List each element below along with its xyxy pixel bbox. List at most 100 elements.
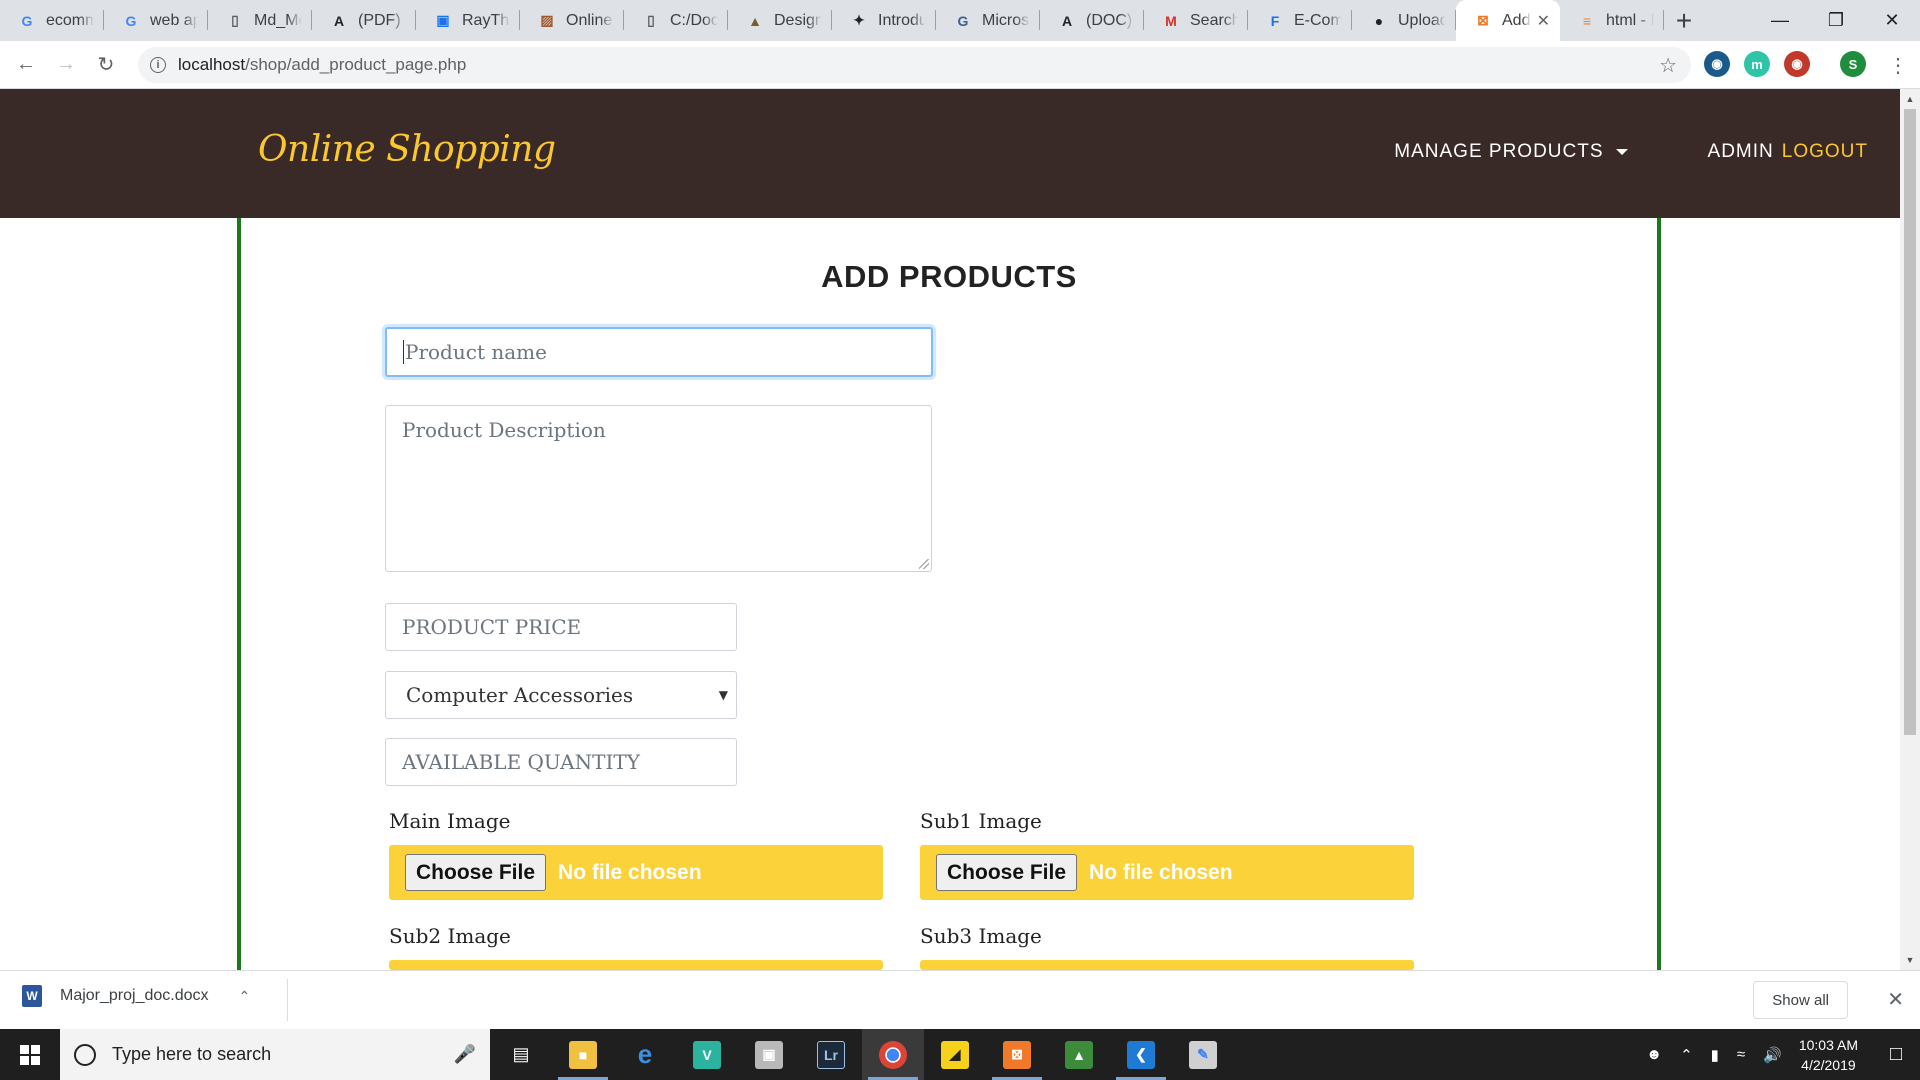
task-view-icon[interactable]: ▤ <box>490 1029 552 1080</box>
choose-file-button[interactable]: Choose File <box>405 854 547 891</box>
chevron-up-icon[interactable]: ⌃ <box>239 988 251 1005</box>
caret-down-icon <box>1615 149 1628 155</box>
tab-title: ecomm <box>46 11 94 29</box>
tab-list: GecommGweb ap▯Md_MeA(PDF) Th▣RayThe▨Onli… <box>0 0 1664 41</box>
browser-tab[interactable]: ▣ RayThe <box>416 0 520 41</box>
sub2-image-file-input[interactable] <box>389 960 883 970</box>
page-title: ADD PRODUCTS <box>821 259 1077 294</box>
choose-file-button[interactable]: Choose File <box>936 854 1078 891</box>
product-description-textarea[interactable]: Product Description <box>385 405 932 572</box>
document-icon: ▯ <box>647 12 655 28</box>
browser-tab[interactable]: ≡ html - N <box>1560 0 1664 41</box>
extension-icon-3[interactable]: ◉ <box>1784 51 1810 77</box>
brand-logo[interactable]: Online Shopping <box>258 129 556 170</box>
scroll-down-icon[interactable]: ▼ <box>1900 952 1920 968</box>
microsoft-icon: G <box>957 12 969 29</box>
edge-icon[interactable]: e <box>614 1029 676 1080</box>
product-description-placeholder: Product Description <box>402 418 606 442</box>
microphone-icon[interactable]: 🎤 <box>454 1044 476 1065</box>
browser-tab[interactable]: Gecomm <box>0 0 104 41</box>
maximize-icon[interactable]: ❐ <box>1808 0 1864 41</box>
browser-tab[interactable]: A (DOC) C <box>1040 0 1144 41</box>
bee-icon: ✦ <box>853 12 865 28</box>
close-download-bar-icon[interactable]: ✕ <box>1887 987 1904 1012</box>
scrollbar-thumb[interactable] <box>1904 109 1916 735</box>
tab-title: RayThe <box>462 11 510 29</box>
extension-icon-1[interactable]: ◉ <box>1704 51 1730 77</box>
vscode-icon[interactable]: ❮ <box>1110 1029 1172 1080</box>
browser-tab[interactable]: ▯ Md_Me <box>208 0 312 41</box>
download-item[interactable]: W Major_proj_doc.docx ⌃ <box>22 985 250 1007</box>
reload-icon[interactable]: ↻ <box>88 47 124 83</box>
close-window-icon[interactable]: ✕ <box>1864 0 1920 41</box>
raytheon-icon: ▣ <box>436 12 450 28</box>
info-icon[interactable]: i <box>150 57 166 73</box>
app-icon-green[interactable]: V <box>676 1029 738 1080</box>
scroll-up-icon[interactable]: ▲ <box>1900 91 1920 107</box>
sub1-image-file-input[interactable]: Choose File No file chosen <box>920 845 1414 900</box>
menu-dots-icon[interactable]: ⋮ <box>1888 53 1908 78</box>
chevron-up-icon[interactable]: ⌃ <box>1680 1046 1693 1064</box>
package-icon[interactable]: ▣ <box>738 1029 800 1080</box>
page-scrollbar[interactable]: ▲ ▼ <box>1900 89 1920 970</box>
available-quantity-placeholder: AVAILABLE QUANTITY <box>402 750 640 774</box>
browser-tab[interactable]: ● Upload <box>1352 0 1456 41</box>
tab-title: Add <box>1502 11 1531 29</box>
browser-tab[interactable]: Gweb ap <box>104 0 208 41</box>
profile-avatar[interactable]: S <box>1840 51 1866 77</box>
back-icon[interactable]: ← <box>8 47 44 83</box>
close-tab-icon[interactable]: ✕ <box>1537 11 1550 31</box>
academia-icon: A <box>1061 12 1073 29</box>
browser-tab[interactable]: M Search <box>1144 0 1248 41</box>
windows-taskbar: Type here to search 🎤 ▤ ■ e V ▣ Lr ◢ ⊠ ▲… <box>0 1029 1920 1080</box>
browser-tab[interactable]: F E-Comr <box>1248 0 1352 41</box>
sub3-image-file-input[interactable] <box>920 960 1414 970</box>
sticky-notes-icon[interactable]: ◢ <box>924 1029 986 1080</box>
design-icon: ▲ <box>748 12 762 29</box>
download-filename: Major_proj_doc.docx <box>60 987 209 1004</box>
main-image-label: Main Image <box>389 809 511 833</box>
browser-tab[interactable]: ▯ C:/Docu <box>624 0 728 41</box>
no-file-text: No file chosen <box>1089 860 1233 884</box>
category-select[interactable]: Computer Accessories ▼ <box>385 671 737 719</box>
people-icon[interactable]: ☻ <box>1646 1046 1662 1063</box>
main-image-file-input[interactable]: Choose File No file chosen <box>389 845 883 900</box>
browser-tab[interactable]: ⊠ Add ✕ <box>1456 0 1560 41</box>
extension-icon-2[interactable]: m <box>1744 51 1770 77</box>
new-tab-button[interactable]: + <box>1664 0 1704 41</box>
github-icon: ● <box>1374 12 1384 29</box>
paint-icon[interactable]: ✎ <box>1172 1029 1234 1080</box>
windows-logo-icon <box>20 1044 40 1065</box>
browser-tab[interactable]: ✦ Introdu <box>832 0 936 41</box>
browser-tab[interactable]: ▲ Design <box>728 0 832 41</box>
resize-grip-icon[interactable] <box>919 559 929 569</box>
forward-icon[interactable]: → <box>48 47 84 83</box>
word-file-icon: W <box>22 985 42 1007</box>
product-price-input[interactable]: PRODUCT PRICE <box>385 603 737 651</box>
product-name-input[interactable]: Product name <box>385 327 933 377</box>
clock[interactable]: 10:03 AM 4/2/2019 <box>1799 1035 1858 1075</box>
address-bar[interactable]: i localhost/shop/add_product_page.php ☆ <box>138 47 1691 83</box>
file-explorer-icon[interactable]: ■ <box>552 1029 614 1080</box>
browser-tab[interactable]: ▨ Online S <box>520 0 624 41</box>
logout-link[interactable]: LOGOUT <box>1782 141 1868 163</box>
manage-products-dropdown[interactable]: MANAGE PRODUCTS <box>1394 141 1628 163</box>
gmail-icon: M <box>1165 12 1177 29</box>
lightroom-icon[interactable]: Lr <box>800 1029 862 1080</box>
volume-icon[interactable]: 🔊 <box>1763 1046 1782 1064</box>
start-button[interactable] <box>0 1029 60 1080</box>
image-viewer-icon[interactable]: ▲ <box>1048 1029 1110 1080</box>
taskbar-search[interactable]: Type here to search 🎤 <box>60 1029 490 1080</box>
minimize-icon[interactable]: — <box>1752 0 1808 41</box>
bookmark-star-icon[interactable]: ☆ <box>1659 53 1677 78</box>
battery-icon[interactable]: ▮ <box>1711 1046 1719 1064</box>
show-all-button[interactable]: Show all <box>1753 981 1848 1019</box>
browser-tab[interactable]: A (PDF) Th <box>312 0 416 41</box>
browser-tab[interactable]: G Microsc <box>936 0 1040 41</box>
clock-time: 10:03 AM <box>1798 1036 1858 1053</box>
xampp-icon[interactable]: ⊠ <box>986 1029 1048 1080</box>
available-quantity-input[interactable]: AVAILABLE QUANTITY <box>385 738 737 786</box>
chrome-icon[interactable] <box>862 1029 924 1080</box>
notification-icon[interactable]: □ <box>1872 1029 1920 1080</box>
wifi-icon[interactable]: ≈ <box>1737 1046 1745 1063</box>
